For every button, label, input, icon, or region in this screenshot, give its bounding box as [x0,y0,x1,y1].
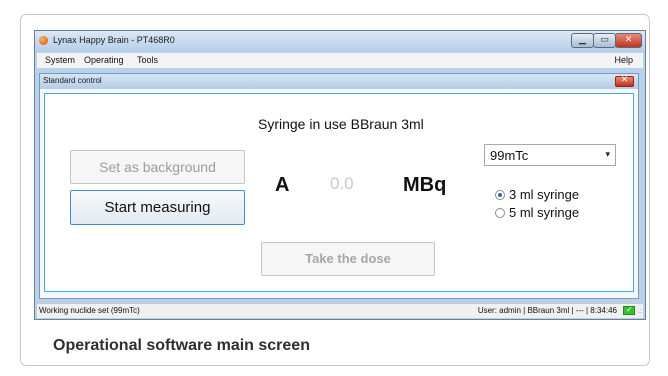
minimize-icon: ▁ [579,35,586,45]
figure-caption: Operational software main screen [53,337,310,354]
set-as-background-button[interactable]: Set as background [70,150,245,184]
close-icon: ✕ [624,35,633,45]
dialog-title: Standard control [43,76,102,85]
app-window: Lynax Happy Brain - PT468R0 ▁ ▭ ✕ System… [34,30,646,320]
measurement-panel: Syringe in use BBraun 3ml Set as backgro… [44,93,634,292]
status-ok-icon: ✓ [623,305,635,315]
start-measuring-button[interactable]: Start measuring [70,190,245,225]
menu-help[interactable]: Help [614,55,633,65]
title-bar: Lynax Happy Brain - PT468R0 ▁ ▭ ✕ [35,31,645,51]
minimize-button[interactable]: ▁ [571,33,594,48]
check-icon: ✓ [626,305,633,314]
radio-3ml-label: 3 ml syringe [509,187,580,202]
radio-button-unchecked[interactable] [495,208,505,218]
maximize-icon: ▭ [600,35,609,45]
menu-tools[interactable]: Tools [137,55,158,65]
status-info: User: admin | BBraun 3ml | --- | 8:34:46 [477,306,617,315]
maximize-button[interactable]: ▭ [593,33,616,48]
close-icon: ✕ [620,75,629,85]
close-button[interactable]: ✕ [615,33,642,48]
status-bar: Working nuclide set (99mTc) User: admin … [37,303,643,318]
take-the-dose-button[interactable]: Take the dose [261,242,435,276]
standard-control-dialog: Standard control ✕ Syringe in use BBraun… [39,73,639,299]
resize-grip-icon[interactable]: .: [638,308,642,315]
menu-system[interactable]: System [45,55,75,65]
menu-bar: System Operating Tools Help [37,53,643,68]
nuclide-select-value: 99mTc [490,148,529,163]
status-nuclide: Working nuclide set (99mTc) [39,306,140,315]
syringe-in-use-label: Syringe in use BBraun 3ml [258,116,424,132]
chevron-down-icon: ▾ [605,149,610,159]
nuclide-select[interactable]: 99mTc ▾ [484,144,616,166]
menu-operating[interactable]: Operating [84,55,124,65]
dialog-title-bar: Standard control ✕ [40,74,638,89]
activity-unit: MBq [403,174,447,196]
activity-value: 0.0 [330,174,354,193]
activity-symbol: A [275,174,290,196]
window-title: Lynax Happy Brain - PT468R0 [53,35,175,45]
radio-5ml-label: 5 ml syringe [509,205,580,220]
dialog-close-button[interactable]: ✕ [615,75,634,87]
app-logo-icon [39,36,48,45]
radio-button-checked[interactable] [495,190,505,200]
